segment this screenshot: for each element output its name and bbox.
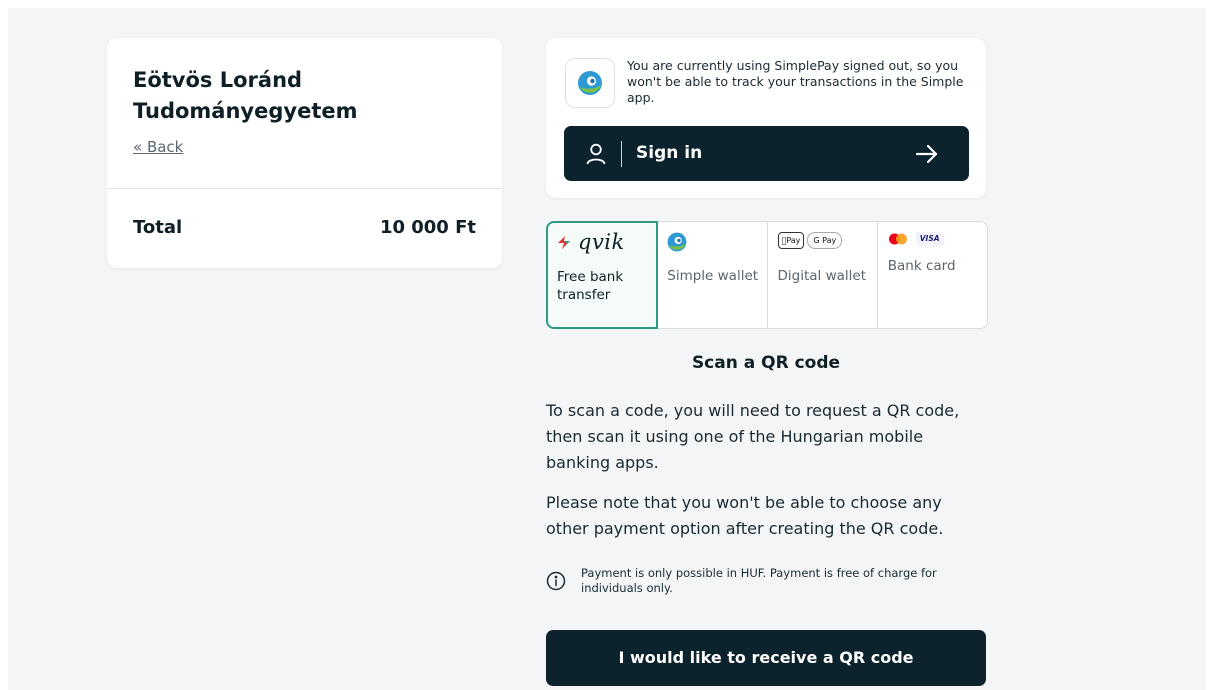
info-text: Payment is only possible in HUF. Payment…	[581, 566, 937, 595]
apple-pay-icon: Pay	[777, 232, 805, 249]
request-qr-code-button[interactable]: I would like to receive a QR code	[546, 630, 986, 686]
page-background: Eötvös Loránd Tudományegyetem « Back Tot…	[8, 8, 1206, 690]
simple-logo-icon	[565, 58, 615, 108]
method-label: Free bank transfer	[557, 269, 624, 303]
bank-card-logos: VISA	[888, 232, 944, 246]
visa-icon: VISA	[915, 232, 944, 246]
scan-instructions: To scan a code, you will need to request…	[546, 401, 960, 472]
total-amount: 10 000 Ft	[379, 217, 476, 238]
simple-wallet-icon	[666, 231, 688, 257]
payment-method-selector: qvik Free bank transfer Simple wallet P…	[545, 221, 988, 329]
method-bank-card[interactable]: VISA Bank card	[878, 222, 987, 328]
signin-card: You are currently using SimplePay signed…	[546, 38, 986, 198]
back-link[interactable]: « Back	[133, 138, 183, 156]
method-simple-wallet[interactable]: Simple wallet	[657, 222, 768, 328]
arrow-right-icon	[915, 143, 939, 169]
card-divider	[107, 188, 502, 189]
merchant-name: Eötvös Loránd Tudományegyetem	[133, 68, 358, 123]
qvik-logo: qvik	[556, 230, 625, 254]
method-free-bank-transfer[interactable]: qvik Free bank transfer	[545, 221, 659, 329]
google-pay-icon: G Pay	[807, 232, 843, 249]
method-label: Simple wallet	[667, 268, 759, 284]
button-separator	[621, 141, 622, 167]
method-digital-wallet[interactable]: Pay G Pay Digital wallet	[768, 222, 878, 328]
qvik-logo-text: qvik	[578, 230, 625, 254]
sign-in-button[interactable]: Sign in	[564, 126, 969, 181]
signin-notice-text: You are currently using SimplePay signed…	[627, 58, 964, 105]
sign-in-label: Sign in	[636, 143, 703, 163]
info-icon	[546, 571, 566, 595]
merchant-summary-card: Eötvös Loránd Tudományegyetem « Back Tot…	[107, 38, 502, 268]
user-icon	[586, 143, 606, 169]
method-label: Digital wallet	[777, 268, 867, 284]
digital-wallet-logos: Pay G Pay	[777, 232, 843, 249]
qvik-bolt-icon	[558, 236, 570, 249]
scan-title: Scan a QR code	[691, 353, 841, 373]
total-label: Total	[133, 217, 183, 238]
scan-warning: Please note that you won't be able to ch…	[546, 493, 944, 538]
mastercard-icon	[888, 233, 907, 245]
method-label: Bank card	[887, 258, 956, 274]
